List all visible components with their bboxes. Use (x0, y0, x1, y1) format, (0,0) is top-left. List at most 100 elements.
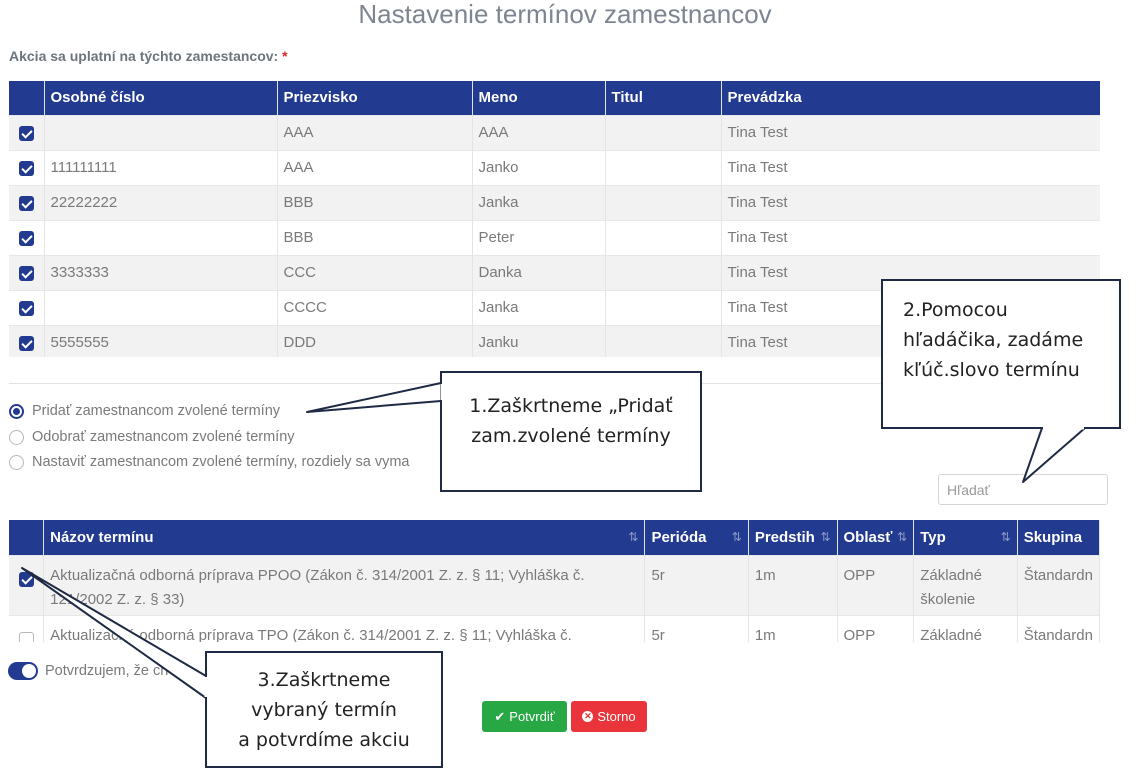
confirm-toggle-row[interactable]: Potvrdzujem, že ch (8, 662, 168, 680)
cell-priezvisko: AAA (277, 114, 473, 150)
cell-osobne-cislo (44, 289, 278, 325)
row-checkbox[interactable] (18, 195, 34, 211)
cell-titul (605, 324, 722, 357)
cell-osobne-cislo (44, 114, 278, 150)
column-header-predstih[interactable]: Predstih ⇅ (748, 520, 838, 555)
callout-1-pointer (306, 382, 442, 413)
callout-step-1: 1.Zaškrtneme „Pridať zam.zvolené termíny (440, 371, 702, 492)
required-mark: * (282, 48, 288, 64)
checkbox-cell[interactable] (9, 219, 45, 255)
cell-osobne-cislo: 5555555 (44, 324, 278, 357)
checkbox-cell[interactable] (9, 184, 45, 220)
confirm-button-label: Potvrdiť (509, 709, 555, 724)
cell-priezvisko: CCC (277, 254, 473, 290)
cell-meno: AAA (472, 114, 606, 150)
row-checkbox[interactable] (18, 125, 34, 141)
callout-line: hľadáčika, zadáme (903, 329, 1084, 351)
sort-icon: ⇅ (731, 530, 742, 544)
employees-label-text: Akcia sa uplatní na týchto zamestancov: (9, 48, 279, 64)
cell-prevadzka: Tina Test (721, 219, 1100, 255)
callout-line: a potvrdíme akciu (238, 729, 410, 751)
confirm-button[interactable]: ✔ Potvrdiť (482, 701, 567, 732)
table-row[interactable]: AAA AAA Tina Test (9, 114, 1100, 150)
term-table: Názov termínu ⇅ Perióda ⇅ Predstih ⇅ Oblasť… (9, 520, 1100, 642)
cell-skupina: Štandardn (1017, 554, 1100, 615)
cell-meno: Janku (472, 324, 606, 357)
term-table-container[interactable]: Názov termínu ⇅ Perióda ⇅ Predstih ⇅ Oblasť… (9, 520, 1100, 642)
cell-perioda: 5r (644, 614, 749, 642)
cell-perioda: 5r (644, 554, 749, 615)
table-row[interactable]: Aktualizačná odborná príprava TPO (Zákon… (9, 614, 1100, 642)
cell-nazov: Aktualizačná odborná príprava TPO (Zákon… (43, 614, 646, 642)
callout-line: 3.Zaškrtneme (257, 669, 391, 691)
checkbox-cell[interactable] (9, 614, 45, 642)
cancel-button[interactable]: ✕ Storno (571, 701, 647, 732)
confirm-toggle[interactable] (8, 662, 38, 680)
sort-icon: ⇅ (820, 530, 831, 544)
callout-line: vybraný termín (251, 699, 397, 721)
cell-oblast: OPP (837, 554, 915, 615)
page-title: Nastavenie termínov zamestnancov (358, 0, 772, 29)
cell-titul (605, 219, 722, 255)
row-checkbox[interactable] (18, 265, 34, 281)
row-checkbox[interactable] (18, 632, 34, 642)
column-header-osobne-cislo[interactable]: Osobné číslo (44, 81, 278, 115)
cancel-button-label: Storno (597, 709, 636, 724)
cell-titul (605, 114, 722, 150)
checkbox-cell[interactable] (9, 289, 45, 325)
radio-button-remove[interactable] (9, 429, 24, 445)
radio-option-add[interactable]: Pridať zamestnancom zvolené termíny (9, 403, 280, 419)
column-header-prevadzka[interactable]: Prevádzka (721, 81, 1100, 115)
column-header-oblast[interactable]: Oblasť ⇅ (837, 520, 915, 555)
cell-predstih: 1m (748, 554, 838, 615)
cell-priezvisko: CCCC (277, 289, 473, 325)
checkbox-cell[interactable] (9, 254, 45, 290)
table-row[interactable]: 111111111 AAA Janko Tina Test (9, 149, 1100, 185)
radio-label-set: Nastaviť zamestnancom zvolené termíny, r… (32, 454, 410, 470)
cell-priezvisko: DDD (277, 324, 473, 357)
radio-option-set[interactable]: Nastaviť zamestnancom zvolené termíny, r… (9, 454, 409, 470)
cell-typ: Základné školenie (913, 554, 1018, 615)
column-header-nazov[interactable]: Názov termínu ⇅ (43, 520, 646, 555)
select-all-header[interactable] (9, 81, 45, 115)
checkbox-cell[interactable] (9, 149, 45, 185)
check-icon: ✔ (494, 708, 506, 724)
sort-icon: ⇅ (1000, 530, 1011, 544)
column-header-titul[interactable]: Titul (605, 81, 722, 115)
table-row[interactable]: 22222222 BBB Janka Tina Test (9, 184, 1100, 220)
cell-osobne-cislo: 3333333 (44, 254, 278, 290)
row-checkbox[interactable] (18, 335, 34, 351)
column-header-meno[interactable]: Meno (472, 81, 606, 115)
column-header-typ[interactable]: Typ ⇅ (913, 520, 1018, 555)
table-row[interactable]: BBB Peter Tina Test (9, 219, 1100, 255)
cell-titul (605, 254, 722, 290)
checkbox-cell[interactable] (9, 554, 45, 615)
cell-meno: Janka (472, 289, 606, 325)
radio-button-set[interactable] (9, 454, 24, 470)
search-input[interactable] (938, 474, 1108, 505)
cell-prevadzka: Tina Test (721, 184, 1100, 220)
row-checkbox[interactable] (18, 572, 34, 588)
column-header-skupina[interactable]: Skupina (1017, 520, 1100, 555)
term-table-header: Názov termínu ⇅ Perióda ⇅ Predstih ⇅ Oblasť… (9, 520, 1100, 555)
cell-prevadzka: Tina Test (721, 114, 1100, 150)
column-header-priezvisko[interactable]: Priezvisko (277, 81, 473, 115)
cell-priezvisko: BBB (277, 219, 473, 255)
employee-table-header: Osobné číslo Priezvisko Meno Titul Prevá… (9, 81, 1100, 115)
row-checkbox[interactable] (18, 160, 34, 176)
checkbox-cell[interactable] (9, 114, 45, 150)
row-checkbox[interactable] (18, 300, 34, 316)
cell-meno: Danka (472, 254, 606, 290)
checkbox-cell[interactable] (9, 324, 45, 357)
table-row[interactable]: Aktualizačná odborná príprava PPOO (Záko… (9, 554, 1100, 615)
row-checkbox[interactable] (18, 230, 34, 246)
select-all-header[interactable] (9, 520, 45, 555)
radio-option-remove[interactable]: Odobrať zamestnancom zvolené termíny (9, 429, 295, 445)
callout-step-3: 3.Zaškrtneme vybraný termín a potvrdíme … (205, 651, 443, 768)
radio-button-add[interactable] (9, 403, 24, 419)
cell-meno: Peter (472, 219, 606, 255)
column-header-perioda[interactable]: Perióda ⇅ (644, 520, 749, 555)
callout-step-2: 2.Pomocou hľadáčika, zadáme kľúč.slovo t… (881, 279, 1121, 429)
cell-predstih: 1m (748, 614, 838, 642)
cell-meno: Janko (472, 149, 606, 185)
